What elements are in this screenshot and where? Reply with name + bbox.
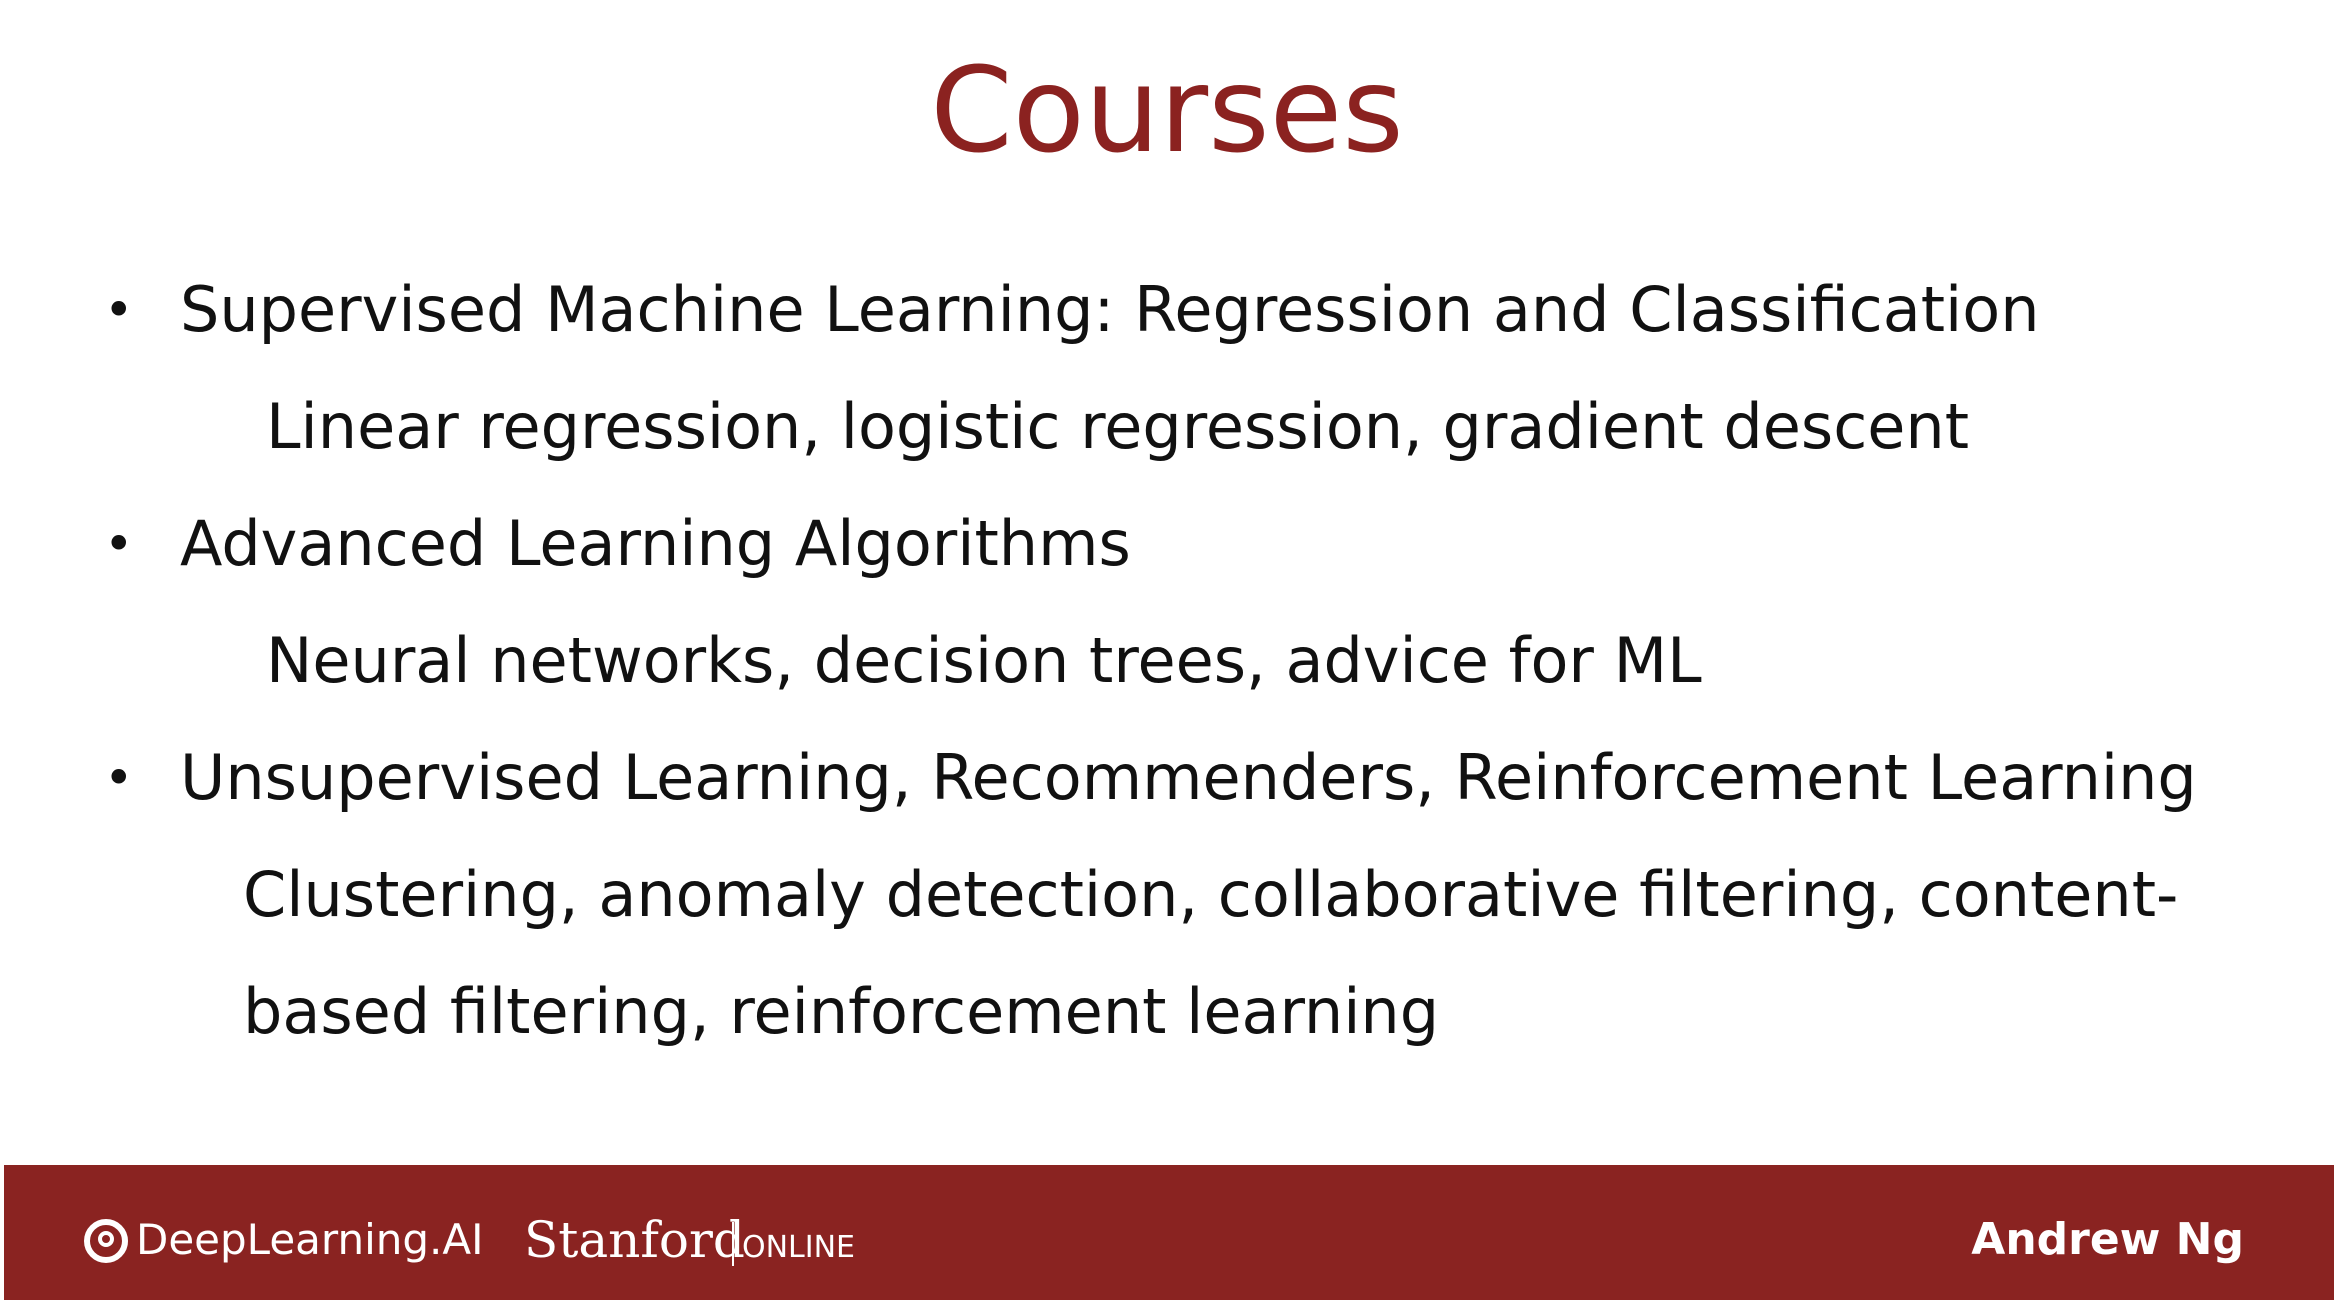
bullet-icon: • bbox=[104, 749, 134, 807]
course-title-3: Unsupervised Learning, Recommenders, Rei… bbox=[180, 741, 2197, 814]
deeplearning-logo-text: DeepLearning.AI bbox=[136, 1215, 484, 1264]
course-title-2: Advanced Learning Algorithms bbox=[180, 507, 1131, 580]
course-topics-2: Neural networks, decision trees, advice … bbox=[266, 624, 1702, 697]
course-topics-1: Linear regression, logistic regression, … bbox=[266, 390, 1970, 463]
logo-divider bbox=[732, 1222, 734, 1266]
bullet-icon: • bbox=[104, 515, 134, 573]
course-topics-3-line-2: based filtering, reinforcement learning bbox=[243, 975, 1440, 1048]
bullet-icon: • bbox=[104, 281, 134, 339]
deeplearning-logo-icon bbox=[84, 1219, 128, 1263]
course-topics-3-line-1: Clustering, anomaly detection, collabora… bbox=[243, 858, 2179, 931]
course-title-1: Supervised Machine Learning: Regression … bbox=[180, 273, 2040, 346]
slide-title: Courses bbox=[930, 41, 1404, 179]
slide: Courses • Supervised Machine Learning: R… bbox=[0, 0, 2334, 1300]
author-name: Andrew Ng bbox=[1971, 1214, 2244, 1265]
stanford-logo-text: Stanford bbox=[524, 1211, 745, 1269]
stanford-online-text: ONLINE bbox=[742, 1230, 856, 1265]
